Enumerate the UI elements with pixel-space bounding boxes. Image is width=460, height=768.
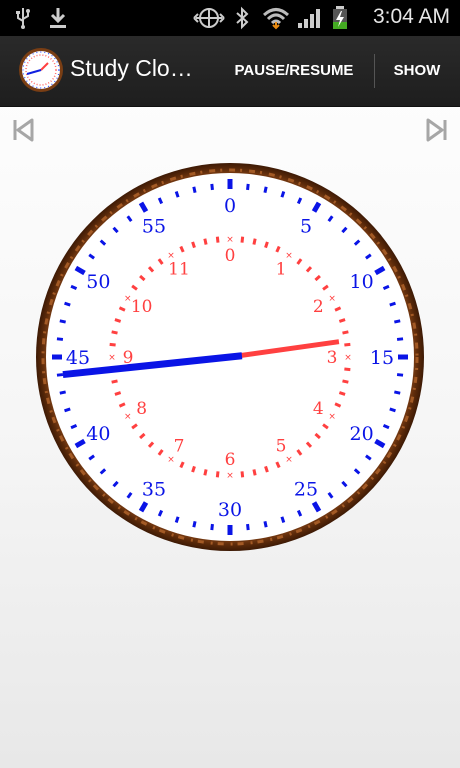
hour-tick xyxy=(252,469,257,476)
download-icon xyxy=(50,8,66,28)
minute-label: 30 xyxy=(218,499,242,521)
action-divider xyxy=(374,54,375,88)
minute-label: 15 xyxy=(370,347,394,369)
minute-tick xyxy=(263,521,268,528)
hour-tick xyxy=(342,330,349,335)
minute-label: 25 xyxy=(294,479,318,501)
hour-tick xyxy=(338,318,346,323)
minute-tick xyxy=(396,337,404,341)
app-title: Study Clo… xyxy=(70,55,193,81)
hour-tick-cross: × xyxy=(226,235,234,245)
minute-label: 5 xyxy=(300,215,312,237)
hour-tick-cross: × xyxy=(328,294,336,304)
hour-label: 7 xyxy=(174,436,185,456)
hour-label: 3 xyxy=(327,348,338,368)
hour-tick xyxy=(342,379,349,384)
minute-tick xyxy=(56,373,64,377)
analog-clock: ×××××××××××× 0510152025303540455055 0123… xyxy=(36,163,424,551)
minute-label: 50 xyxy=(86,271,110,293)
hour-tick xyxy=(111,330,118,335)
hour-tick-cross: × xyxy=(285,455,293,465)
minute-tick xyxy=(246,183,250,191)
status-bar: 3:04 AM xyxy=(0,0,460,36)
minute-tick xyxy=(59,319,66,324)
bluetooth-icon xyxy=(236,6,249,30)
hour-tick xyxy=(215,471,220,478)
minute-tick xyxy=(263,186,268,193)
hour-label: 8 xyxy=(136,399,147,419)
hour-tick xyxy=(264,465,269,473)
minute-tick xyxy=(59,390,66,395)
status-time: 3:04 AM xyxy=(372,5,450,28)
minute-tick xyxy=(64,407,71,413)
hour-tick xyxy=(109,342,116,347)
hour-tick xyxy=(114,391,122,396)
minute-tick xyxy=(246,523,250,531)
app-clock-icon[interactable] xyxy=(18,47,64,93)
minute-label: 10 xyxy=(350,271,374,293)
minute-tick xyxy=(174,516,180,523)
hour-label: 5 xyxy=(276,436,287,456)
minute-tick xyxy=(396,373,404,377)
hour-tick xyxy=(264,241,269,249)
minute-label: 0 xyxy=(224,195,236,217)
hour-tick xyxy=(344,342,351,347)
minute-tick xyxy=(394,390,401,395)
hour-label: 11 xyxy=(168,260,190,280)
hour-label: 0 xyxy=(225,246,236,266)
hour-tick-cross: × xyxy=(167,455,175,465)
hour-tick xyxy=(114,318,122,323)
minute-tick xyxy=(56,337,64,341)
minute-tick xyxy=(389,301,396,307)
hour-label: 6 xyxy=(225,450,236,470)
minute-label: 45 xyxy=(66,347,90,369)
usb-icon xyxy=(16,8,30,29)
hour-tick xyxy=(203,238,208,245)
hour-tick xyxy=(338,391,346,396)
minute-tick xyxy=(64,301,71,307)
hour-label: 10 xyxy=(131,297,153,317)
minute-tick xyxy=(210,523,214,531)
hour-tick-cross: × xyxy=(108,353,116,363)
minute-tick xyxy=(192,521,197,528)
hour-tick-cross: × xyxy=(124,412,132,422)
signal-icon xyxy=(298,9,320,28)
hour-tick xyxy=(240,471,245,478)
action-bar: Study Clo… PAUSE/RESUME SHOW xyxy=(0,36,460,107)
minute-tick xyxy=(192,186,197,193)
sync-icon xyxy=(193,8,225,28)
minute-label: 40 xyxy=(86,423,110,445)
skip-previous-icon[interactable] xyxy=(11,117,35,143)
hour-tick-cross: × xyxy=(328,412,336,422)
show-button[interactable]: SHOW xyxy=(378,36,456,106)
minute-tick xyxy=(210,183,214,191)
hour-tick xyxy=(203,469,208,476)
hour-tick xyxy=(240,236,245,243)
minute-label: 20 xyxy=(350,423,374,445)
hour-tick xyxy=(344,367,351,372)
minute-tick xyxy=(280,516,286,523)
minute-tick xyxy=(394,319,401,324)
minute-label: 35 xyxy=(142,479,166,501)
skip-next-icon[interactable] xyxy=(425,117,449,143)
hour-tick xyxy=(111,379,118,384)
hour-label: 4 xyxy=(313,399,324,419)
minute-label: 55 xyxy=(142,215,166,237)
hour-tick xyxy=(191,465,196,473)
hour-tick xyxy=(252,238,257,245)
hour-tick-cross: × xyxy=(226,471,234,481)
wifi-icon xyxy=(262,8,290,30)
pause-resume-button[interactable]: PAUSE/RESUME xyxy=(218,36,370,106)
battery-charging-icon xyxy=(333,6,347,29)
hour-label: 2 xyxy=(313,297,324,317)
hour-label: 1 xyxy=(276,260,287,280)
minute-tick xyxy=(389,407,396,413)
hour-tick-cross: × xyxy=(344,353,352,363)
hour-tick xyxy=(215,236,220,243)
hour-tick xyxy=(191,241,196,249)
minute-tick xyxy=(174,191,180,198)
minute-tick xyxy=(280,191,286,198)
